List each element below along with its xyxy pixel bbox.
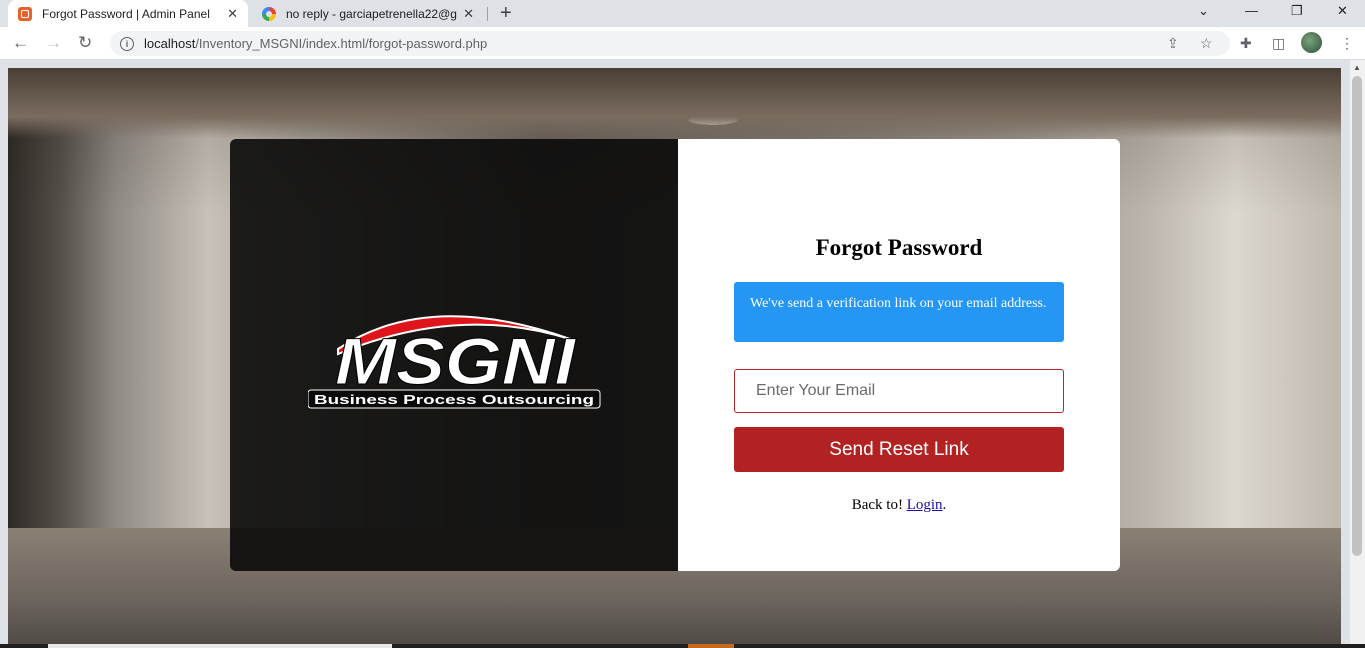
back-to-login-line: Back to! Login.	[678, 497, 1120, 514]
share-icon[interactable]: ⇪	[1167, 35, 1179, 52]
msgni-logo: MSGNI Business Process Outsourcing	[308, 315, 601, 409]
back-suffix: .	[942, 497, 947, 513]
close-icon[interactable]: ✕	[463, 6, 474, 22]
side-panel-icon[interactable]: ◫	[1272, 35, 1285, 52]
restore-button[interactable]: ❐	[1291, 3, 1303, 19]
site-info-icon[interactable]: i	[120, 36, 134, 51]
page-scrollbar[interactable]: ▲	[1350, 60, 1365, 648]
taskbar-highlight	[48, 644, 392, 648]
os-taskbar	[0, 644, 1365, 648]
scroll-up-icon[interactable]: ▲	[1353, 63, 1361, 72]
url-host: localhost	[144, 36, 196, 51]
profile-avatar[interactable]	[1301, 32, 1322, 53]
logo-wordmark: MSGNI	[335, 324, 577, 398]
reload-icon[interactable]: ↻	[78, 33, 92, 53]
forgot-password-card: MSGNI Business Process Outsourcing Forgo…	[230, 139, 1120, 571]
tab-strip: Forgot Password | Admin Panel ✕ no reply…	[0, 0, 1365, 27]
page-title: Forgot Password	[815, 235, 983, 260]
brand-panel: MSGNI Business Process Outsourcing	[230, 139, 678, 571]
logo-tagline: Business Process Outsourcing	[314, 392, 594, 407]
background-ceiling	[8, 68, 1341, 138]
taskbar-active-app[interactable]	[688, 644, 734, 648]
extensions-icon[interactable]: ✚	[1240, 35, 1252, 52]
new-tab-button[interactable]: +	[500, 2, 512, 24]
email-field[interactable]	[734, 369, 1064, 413]
address-bar[interactable]: i localhost/Inventory_MSGNI/index.html/f…	[110, 31, 1230, 56]
scroll-thumb[interactable]	[1352, 76, 1362, 556]
close-icon[interactable]: ✕	[227, 6, 238, 22]
form-panel: Forgot Password We've send a verificatio…	[678, 139, 1120, 571]
url-text: localhost/Inventory_MSGNI/index.html/for…	[144, 36, 487, 51]
admin-favicon-icon	[18, 6, 32, 21]
url-path: /Inventory_MSGNI/index.html/forgot-passw…	[195, 36, 488, 51]
send-reset-link-button[interactable]: Send Reset Link	[734, 427, 1064, 472]
forward-arrow-icon[interactable]: →	[45, 33, 62, 53]
tab-title: Forgot Password | Admin Panel	[42, 6, 210, 21]
info-alert: We've send a verification link on your e…	[734, 282, 1064, 342]
tab-gmail[interactable]: no reply - garciapetrenella22@gmail.com …	[252, 0, 484, 27]
tab-title: no reply - garciapetrenella22@gmail.com	[286, 6, 457, 21]
google-favicon-icon	[262, 6, 276, 21]
tab-forgot-password[interactable]: Forgot Password | Admin Panel ✕	[8, 0, 248, 27]
tab-search-icon[interactable]: ⌄	[1198, 3, 1209, 19]
menu-kebab-icon[interactable]: ⋮	[1340, 35, 1354, 52]
window-close-button[interactable]: ✕	[1337, 3, 1348, 19]
minimize-button[interactable]: —	[1245, 3, 1258, 18]
tab-divider	[487, 7, 488, 21]
back-prefix: Back to!	[851, 497, 907, 513]
login-link[interactable]: Login	[907, 497, 943, 513]
back-arrow-icon[interactable]: ←	[12, 33, 29, 53]
bookmark-star-icon[interactable]: ☆	[1200, 35, 1213, 52]
browser-toolbar: ← → ↻ i localhost/Inventory_MSGNI/index.…	[0, 27, 1365, 60]
